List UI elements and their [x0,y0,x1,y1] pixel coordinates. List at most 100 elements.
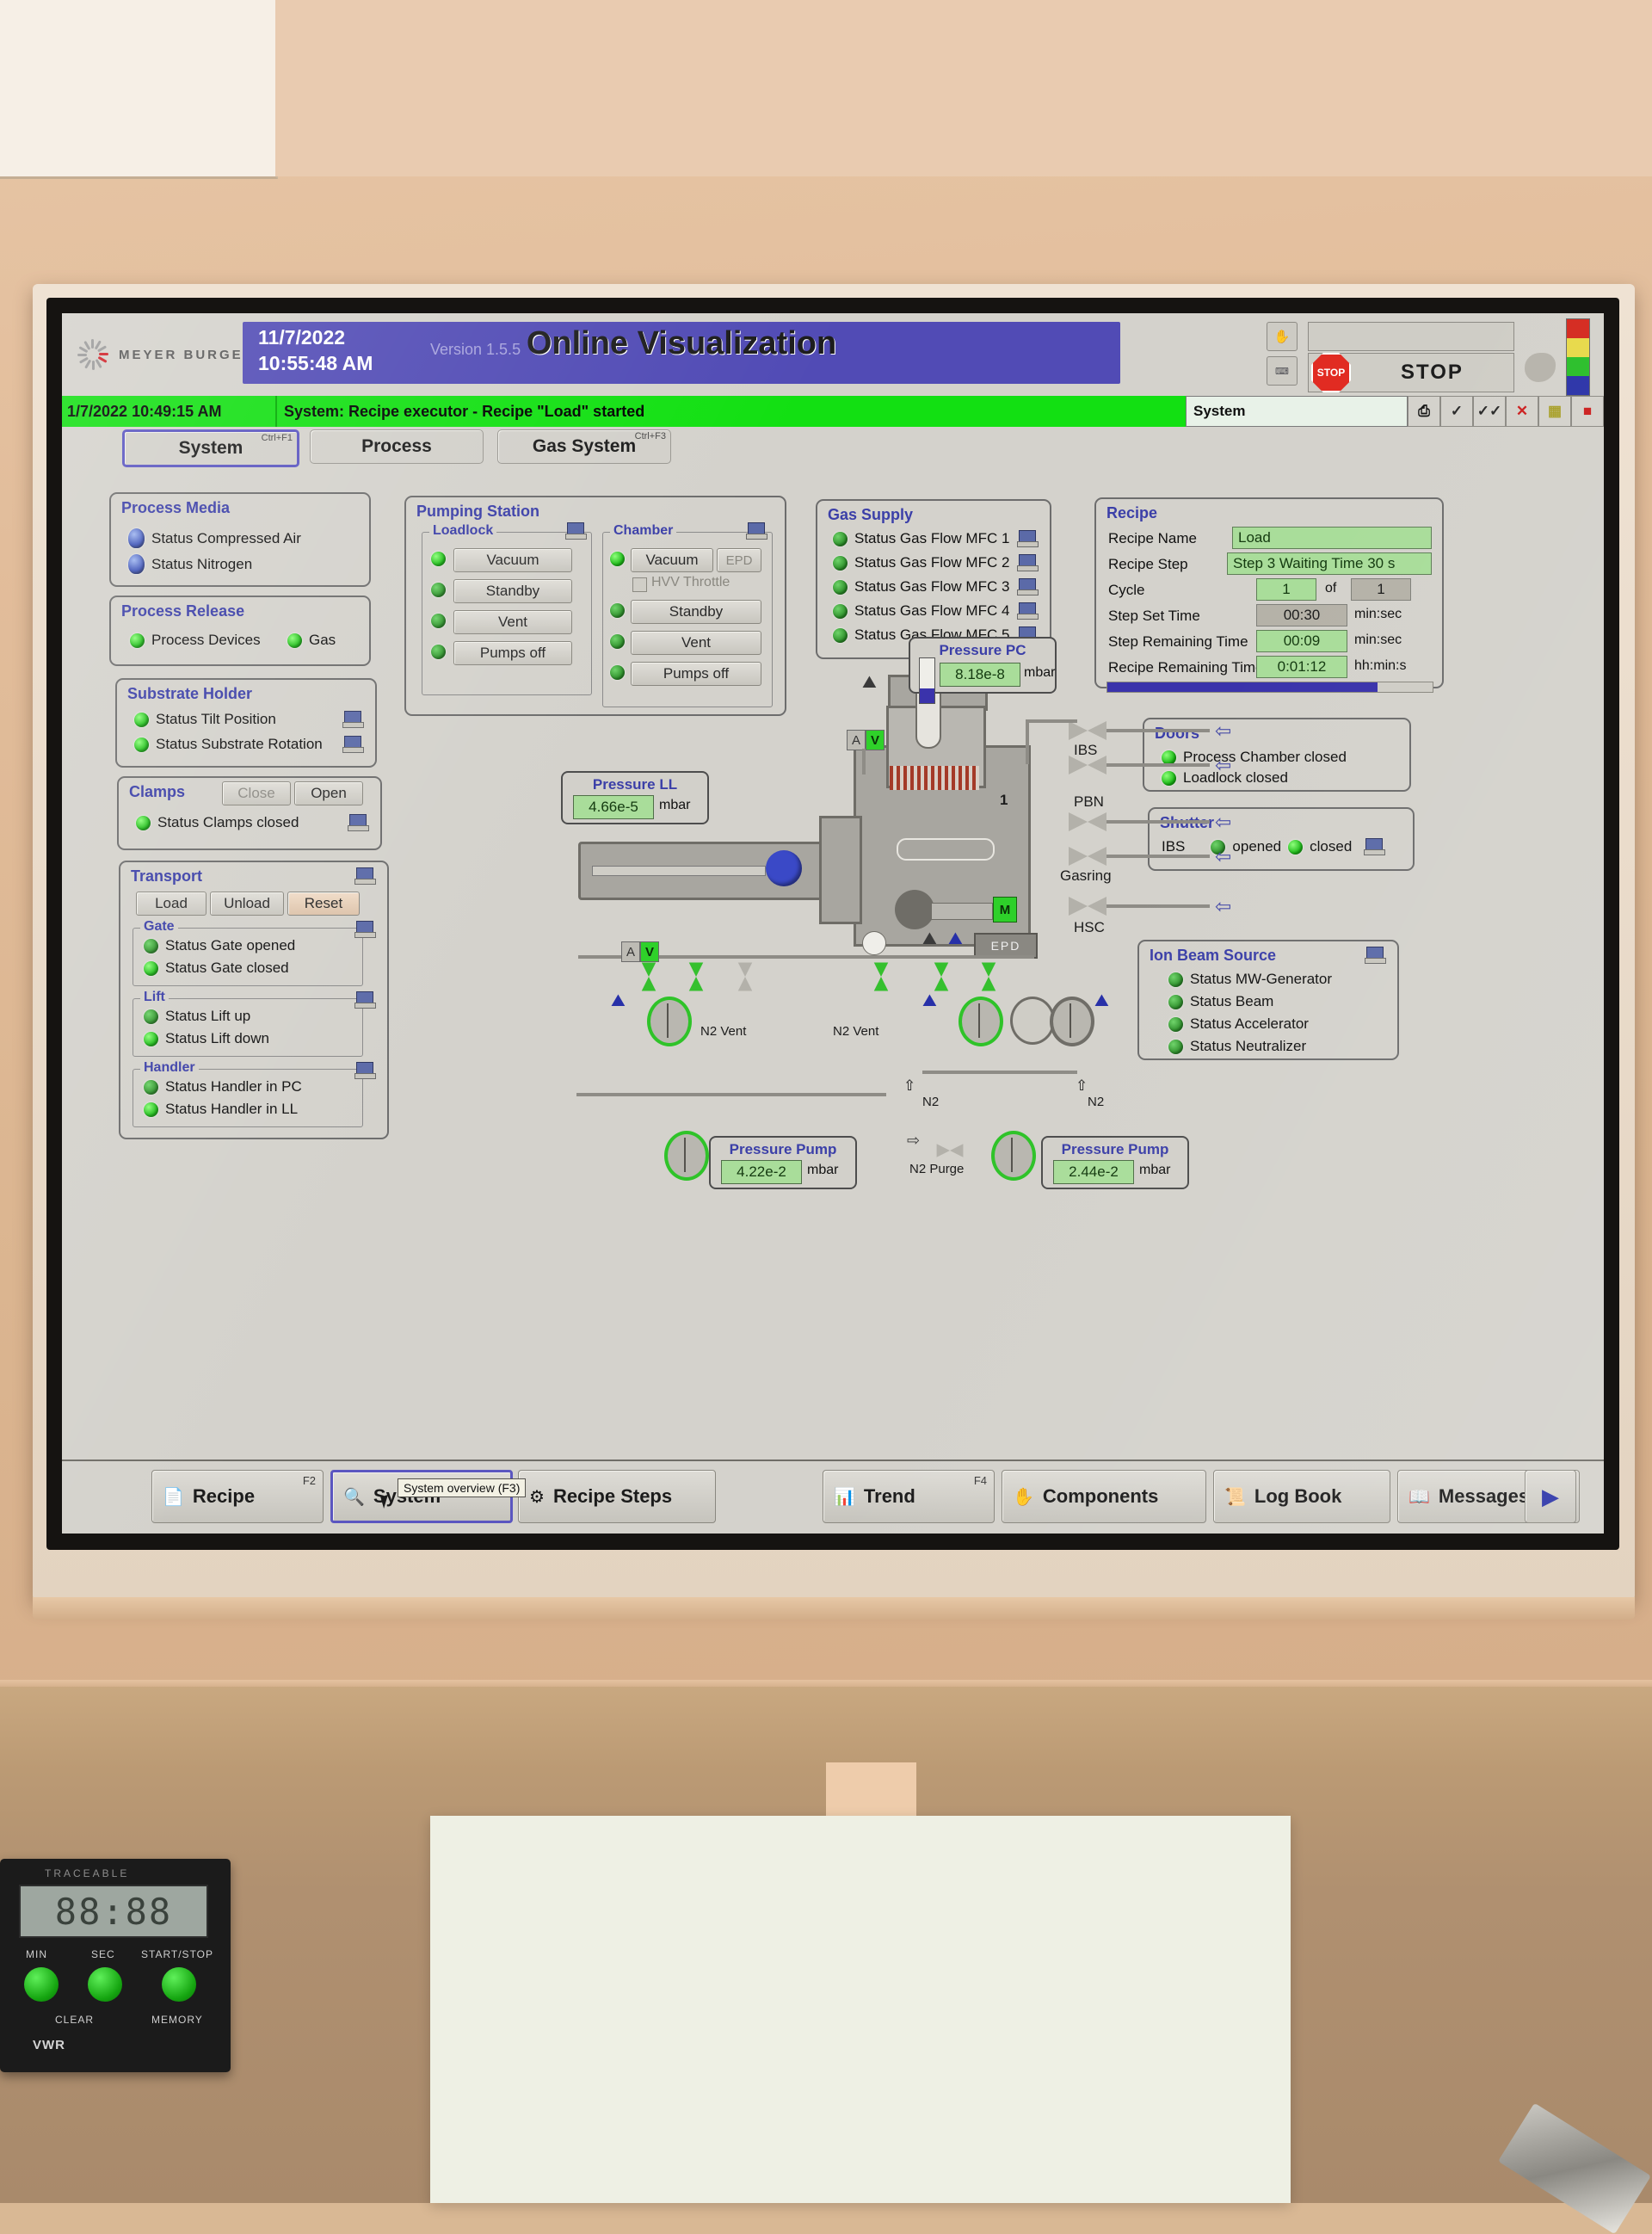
roughing-pump-left[interactable] [664,1131,709,1181]
ll-valve-3[interactable] [738,963,753,991]
tab-process[interactable]: Process [310,429,484,464]
computer-icon[interactable] [348,814,369,831]
chamber-standby-button[interactable]: Standby [631,600,761,624]
clamps-title: Clamps [129,783,186,800]
alarm-stop-button[interactable]: ■ [1571,396,1604,427]
n2-right-label: N2 [1088,1095,1105,1109]
hand-blob-icon[interactable] [1525,353,1556,382]
computer-icon[interactable] [1017,554,1039,571]
tab-system[interactable]: System Ctrl+F1 [122,429,299,467]
timer-sec-button[interactable] [88,1967,122,2002]
computer-icon[interactable] [1017,578,1039,596]
computer-icon[interactable] [1017,602,1039,620]
nitrogen-label: Status Nitrogen [151,555,253,572]
status-led-icon [144,1102,158,1117]
chamber-vent-button[interactable]: Vent [631,631,761,655]
mfc-3-label: Status Gas Flow MFC 3 [854,578,1010,595]
header-status-field[interactable] [1308,322,1514,351]
keyboard-icon[interactable]: ⌨ [1267,356,1298,386]
clamps-open-button[interactable]: Open [294,781,363,805]
computer-icon[interactable] [342,736,364,753]
monitor-base [33,1597,1635,1620]
alarm-print-button[interactable]: ⎙ [1408,396,1440,427]
pbn-valve[interactable] [1069,812,1106,831]
ibs-feed-top [1026,719,1077,723]
ll-valve-1[interactable] [642,963,656,991]
alarm-close-button[interactable]: ✕ [1506,396,1538,427]
ibs-valve-2[interactable] [1069,756,1106,774]
stop-button[interactable]: STOP STOP [1308,353,1514,392]
pc-backing-pump[interactable] [1050,997,1094,1046]
timer-clear-label: CLEAR [55,2014,95,2026]
computer-icon[interactable] [354,921,376,938]
loadlock-vacuum-button[interactable]: Vacuum [453,548,572,572]
row-accelerator: Status Accelerator [1168,1015,1309,1033]
pbn-pipe [1106,820,1210,824]
loadlock-standby-button[interactable]: Standby [453,579,572,603]
roughing-pump-right[interactable] [991,1131,1036,1181]
ibs-valve-1[interactable] [1069,721,1106,740]
lab-timer-device[interactable]: TRACEABLE 88:88 MIN SEC START/STOP CLEAR… [0,1859,231,2072]
computer-icon[interactable] [1365,947,1386,964]
timer-min-button[interactable] [24,1967,59,2002]
hsc-valve[interactable] [1069,897,1106,916]
status-led-icon [833,531,848,546]
status-led-icon [431,583,446,597]
computer-icon[interactable] [354,867,376,885]
chamber-vacuum-button[interactable]: Vacuum [631,548,713,572]
computer-icon[interactable] [1017,530,1039,547]
ll-turbo-pump[interactable] [647,997,692,1046]
row-compressed-air: Status Compressed Air [128,528,301,548]
toolbar-log-book-button[interactable]: 📜 Log Book [1213,1470,1390,1523]
transport-reset-button[interactable]: Reset [287,892,360,916]
computer-icon[interactable] [354,991,376,1009]
clamps-close-button[interactable]: Close [222,781,291,805]
pressure-ll-box: Pressure LL 4.66e-5 mbar [561,771,709,824]
chamber-pumps-off-button[interactable]: Pumps off [631,662,761,686]
gasring-valve[interactable] [1069,847,1106,866]
n2-purge-arrow-icon: ⇨ [907,1132,921,1149]
transport-load-button[interactable]: Load [136,892,206,916]
loadlock-pumps-off-button[interactable]: Pumps off [453,641,572,665]
computer-icon[interactable] [1364,838,1386,855]
pc-valve-3[interactable] [982,963,996,991]
fieldset-loadlock: Loadlock Vacuum Standby Vent Pumps off [422,522,592,695]
timer-start-stop-button[interactable] [162,1967,196,2002]
pc-turbo-pump[interactable] [959,997,1003,1046]
lift-title: Lift [140,990,169,1005]
pc-valve-1[interactable] [874,963,889,991]
handler-title: Handler [140,1060,199,1076]
alarm-grid-button[interactable]: ▦ [1538,396,1571,427]
foreline-right [922,1071,1077,1074]
alarm-ack-button[interactable]: ✓ [1440,396,1473,427]
hvv-throttle-checkbox[interactable] [632,577,647,592]
toolbar-recipe-steps-label: Recipe Steps [552,1485,673,1507]
loadlock-vent-button[interactable]: Vent [453,610,572,634]
toolbar-components-button[interactable]: ✋ Components [1002,1470,1206,1523]
tab-gas-system[interactable]: Gas System Ctrl+F3 [497,429,671,464]
pressure-ll-value: 4.66e-5 [573,795,654,819]
cycle-total-value: 1 [1351,578,1411,601]
pc-cryo-pump[interactable] [1010,997,1055,1045]
recipe-name-value[interactable]: Load [1232,527,1432,549]
toolbar-recipe-steps-button[interactable]: ⚙ Recipe Steps [518,1470,716,1523]
computer-icon[interactable] [354,1062,376,1079]
alarm-ack-all-button[interactable]: ✓✓ [1473,396,1506,427]
hand-icon[interactable]: ✋ [1267,322,1298,351]
chamber-epd-button[interactable]: EPD [717,548,761,572]
process-devices-label: Process Devices [151,632,261,648]
ll-valve-2[interactable] [689,963,704,991]
toolbar-recipe-button[interactable]: 📄 Recipe F2 [151,1470,324,1523]
toolbar-trend-button[interactable]: 📊 Trend F4 [823,1470,995,1523]
transport-unload-button[interactable]: Unload [210,892,284,916]
panel-process-media: Process Media Status Compressed Air Stat… [109,492,371,587]
computer-icon[interactable] [565,522,587,540]
gate-opened-label: Status Gate opened [165,937,296,953]
status-led-icon [431,552,446,566]
toolbar-next-button[interactable]: ▶ [1525,1470,1576,1523]
pc-valve-2[interactable] [934,963,949,991]
stop-button-label: STOP [1401,361,1464,384]
n2-purge-valve[interactable] [936,1144,964,1157]
computer-icon[interactable] [746,522,767,540]
computer-icon[interactable] [342,711,364,728]
